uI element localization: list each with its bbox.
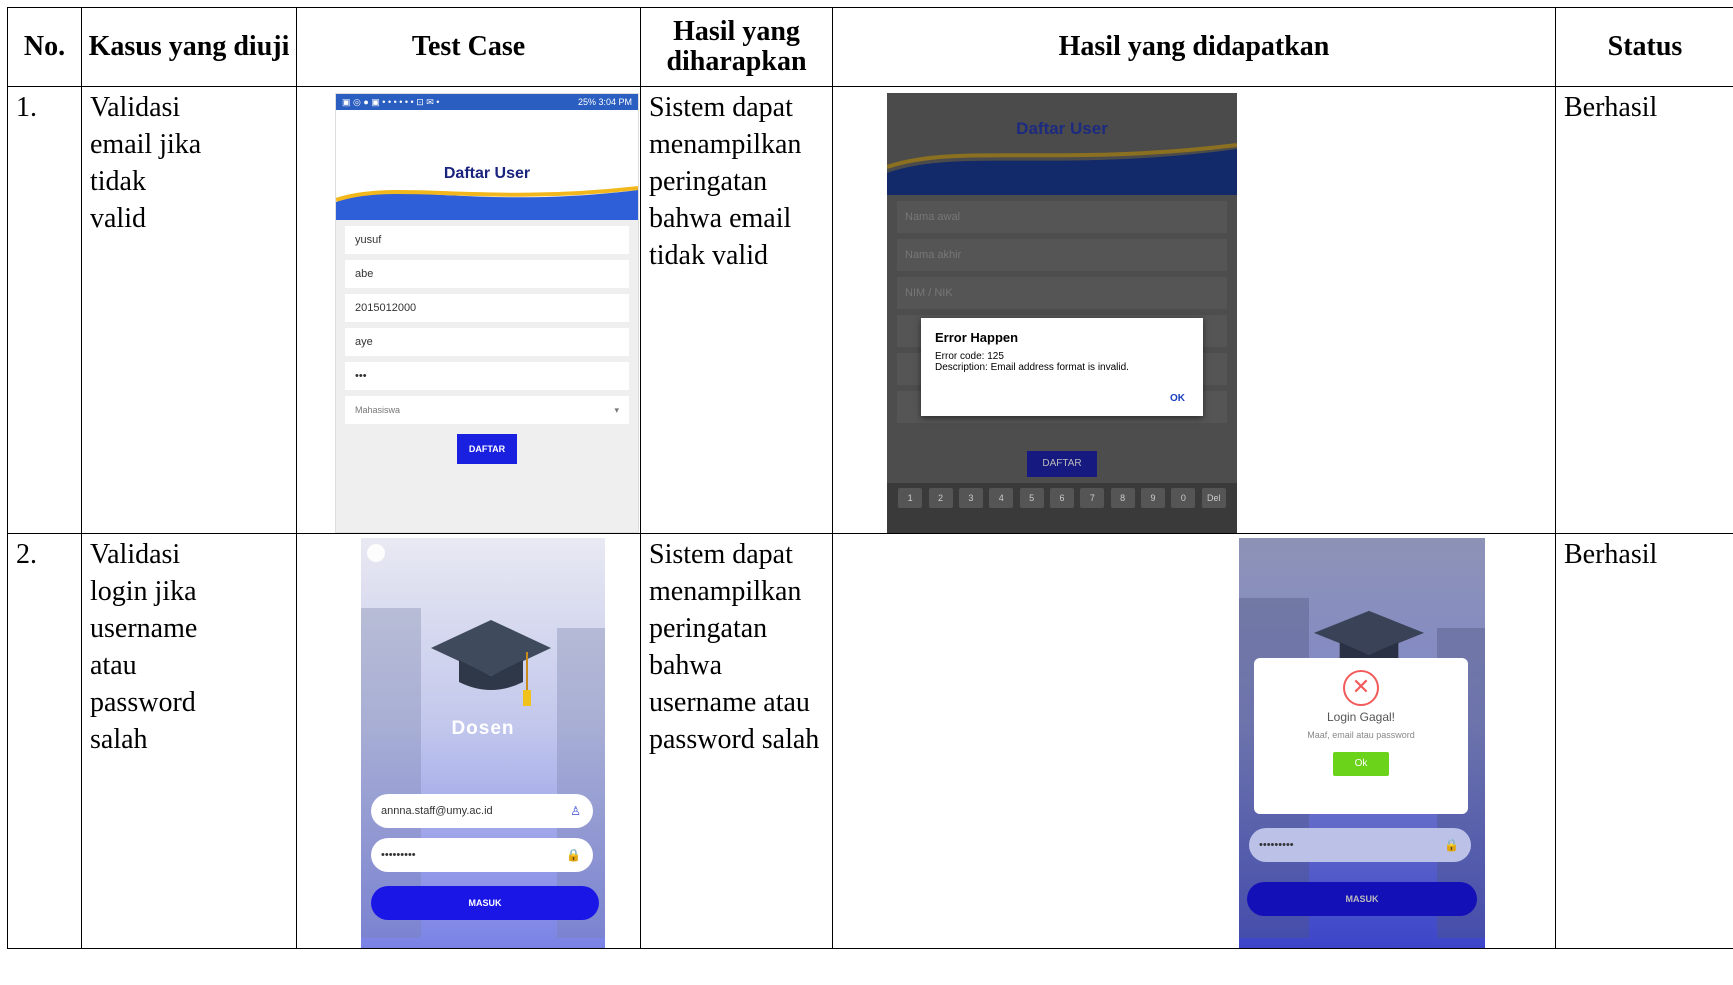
keyboard-key[interactable]: 3 xyxy=(958,488,983,508)
status-bar: ▣ ◎ ● ▣ • • • • • • ⊡ ✉ • 25% 3:04 PM xyxy=(336,94,638,110)
keyboard-key[interactable]: 5 xyxy=(1019,488,1044,508)
lock-icon: 🔒 xyxy=(1444,838,1459,852)
harapan-line: Sistem dapat xyxy=(649,539,793,570)
harapan-line: menampilkan xyxy=(649,129,802,160)
lock-icon: 🔒 xyxy=(566,848,581,862)
kasus-text: Validasi login jika username atau passwo… xyxy=(82,534,296,760)
harapan-line: username atau xyxy=(649,687,810,718)
keyboard-key[interactable]: 9 xyxy=(1141,488,1166,508)
last-name-field[interactable]: Nama akhir xyxy=(897,239,1227,271)
first-name-field[interactable]: yusuf xyxy=(345,226,629,254)
header-harapan: Hasil yang diharapkan xyxy=(640,7,833,87)
keyboard-key[interactable]: 8 xyxy=(1110,488,1135,508)
header-status: Status xyxy=(1555,7,1733,87)
harapan-line: bahwa email xyxy=(649,203,792,234)
keyboard-key[interactable]: 1 xyxy=(898,488,923,508)
register-error-header: Daftar User xyxy=(887,93,1237,195)
keyboard-key[interactable]: 2 xyxy=(928,488,953,508)
header-kasus: Kasus yang diuji xyxy=(81,7,297,87)
harapan-line: bahwa xyxy=(649,650,723,681)
daftar-button[interactable]: DAFTAR xyxy=(1027,451,1097,477)
password-input[interactable]: ••••••••• 🔒 xyxy=(1249,828,1471,862)
kasus-line: atau xyxy=(90,650,137,681)
table-row: 2. Validasi login jika username atau pas… xyxy=(7,533,1733,949)
kasus-line: password xyxy=(90,687,196,718)
kasus-line: username xyxy=(90,613,198,644)
password-field[interactable]: ••• xyxy=(345,362,629,390)
kasus-text: Validasi email jika tidak valid xyxy=(82,87,296,239)
table-row: 1. Validasi email jika tidak valid ▣ ◎ ●… xyxy=(7,86,1733,534)
email-input-value: annna.staff@umy.ac.id xyxy=(381,805,493,817)
row-number: 1. xyxy=(16,92,37,123)
keyboard-key[interactable]: 6 xyxy=(1049,488,1074,508)
kasus-line: valid xyxy=(90,203,146,234)
header-didapatkan: Hasil yang didapatkan xyxy=(832,7,1556,87)
test-results-table: No. Kasus yang diuji Test Case Hasil yan… xyxy=(7,7,1733,949)
register-error-title: Daftar User xyxy=(1016,119,1108,138)
register-title: Daftar User xyxy=(443,165,531,182)
harapan-line: password salah xyxy=(649,724,820,755)
harapan-line: menampilkan xyxy=(649,576,802,607)
kasus-line: Validasi xyxy=(90,92,181,123)
header-no: No. xyxy=(7,7,82,87)
last-name-field[interactable]: abe xyxy=(345,260,629,288)
header-test-case: Test Case xyxy=(296,7,641,87)
kasus-line: Validasi xyxy=(90,539,181,570)
status-time: 25% 3:04 PM xyxy=(577,97,632,107)
keyboard-key[interactable]: 7 xyxy=(1080,488,1105,508)
kasus-line: salah xyxy=(90,724,148,755)
error-code-text: Error code: 125 xyxy=(935,351,1004,362)
kasus-line: tidak xyxy=(90,166,146,197)
harapan-line: tidak valid xyxy=(649,240,768,271)
register-error-screenshot: Daftar User Nama awal Nama akhir NIM / N… xyxy=(887,93,1237,533)
password-input[interactable]: ••••••••• 🔒 xyxy=(371,838,593,872)
back-icon[interactable] xyxy=(367,544,385,562)
status-text: Berhasil xyxy=(1564,539,1658,570)
user-icon: ♙ xyxy=(570,804,581,818)
row-number: 2. xyxy=(16,539,37,570)
error-dialog: Error Happen Error code: 125 Description… xyxy=(921,318,1203,416)
password-input-value: ••••••••• xyxy=(1259,839,1294,851)
login-failed-title: Login Gagal! xyxy=(1326,710,1396,724)
login-failed-dialog: ✕ Login Gagal! Maaf, email atau password… xyxy=(1254,658,1468,814)
nim-field[interactable]: NIM / NIK xyxy=(897,277,1227,309)
harapan-line: Sistem dapat xyxy=(649,92,793,123)
register-screenshot: ▣ ◎ ● ▣ • • • • • • ⊡ ✉ • 25% 3:04 PM Da… xyxy=(335,93,639,533)
email-input[interactable]: annna.staff@umy.ac.id ♙ xyxy=(371,794,593,828)
masuk-button[interactable]: MASUK xyxy=(1247,882,1477,916)
dialog-ok-button[interactable]: OK xyxy=(1170,393,1185,404)
keyboard: 1 2 3 4 5 6 7 8 9 0 Del xyxy=(887,483,1237,533)
harapan-line: peringatan xyxy=(649,166,768,197)
kasus-line: login jika xyxy=(90,576,197,607)
login-error-screenshot: ✕ Login Gagal! Maaf, email atau password… xyxy=(1239,538,1485,948)
masuk-button[interactable]: MASUK xyxy=(371,886,599,920)
error-dialog-title: Error Happen xyxy=(935,330,1019,345)
nim-field[interactable]: 2015012000 xyxy=(345,294,629,322)
wave-graphic xyxy=(887,143,1237,195)
harapan-line: peringatan xyxy=(649,613,768,644)
login-failed-text: Maaf, email atau password xyxy=(1307,730,1415,740)
role-select[interactable]: Mahasiswa ▾ xyxy=(345,396,629,424)
harapan-text: Sistem dapat menampilkan peringatan bahw… xyxy=(641,534,832,760)
error-description-text: Description: Email address format is inv… xyxy=(935,362,1129,373)
error-icon: ✕ xyxy=(1343,670,1379,706)
login-screenshot: Dosen annna.staff@umy.ac.id ♙ ••••••••• 🔒 … xyxy=(361,538,605,948)
daftar-button[interactable]: DAFTAR xyxy=(457,434,517,464)
keyboard-key[interactable]: Del xyxy=(1201,488,1226,508)
graduation-cap-icon xyxy=(431,620,551,706)
keyboard-key[interactable]: 0 xyxy=(1171,488,1196,508)
email-field[interactable]: aye xyxy=(345,328,629,356)
chevron-down-icon: ▾ xyxy=(614,405,619,415)
dialog-ok-button[interactable]: Ok xyxy=(1333,752,1389,776)
first-name-field[interactable]: Nama awal xyxy=(897,201,1227,233)
kasus-line: email jika xyxy=(90,129,202,160)
harapan-text: Sistem dapat menampilkan peringatan bahw… xyxy=(641,87,832,276)
register-header: Daftar User xyxy=(336,110,638,220)
status-text: Berhasil xyxy=(1564,92,1658,123)
password-input-value: ••••••••• xyxy=(381,849,416,861)
header-row: No. Kasus yang diuji Test Case Hasil yan… xyxy=(7,7,1733,87)
role-label: Dosen xyxy=(451,718,515,739)
keyboard-key[interactable]: 4 xyxy=(989,488,1014,508)
role-select-value: Mahasiswa xyxy=(355,405,401,415)
